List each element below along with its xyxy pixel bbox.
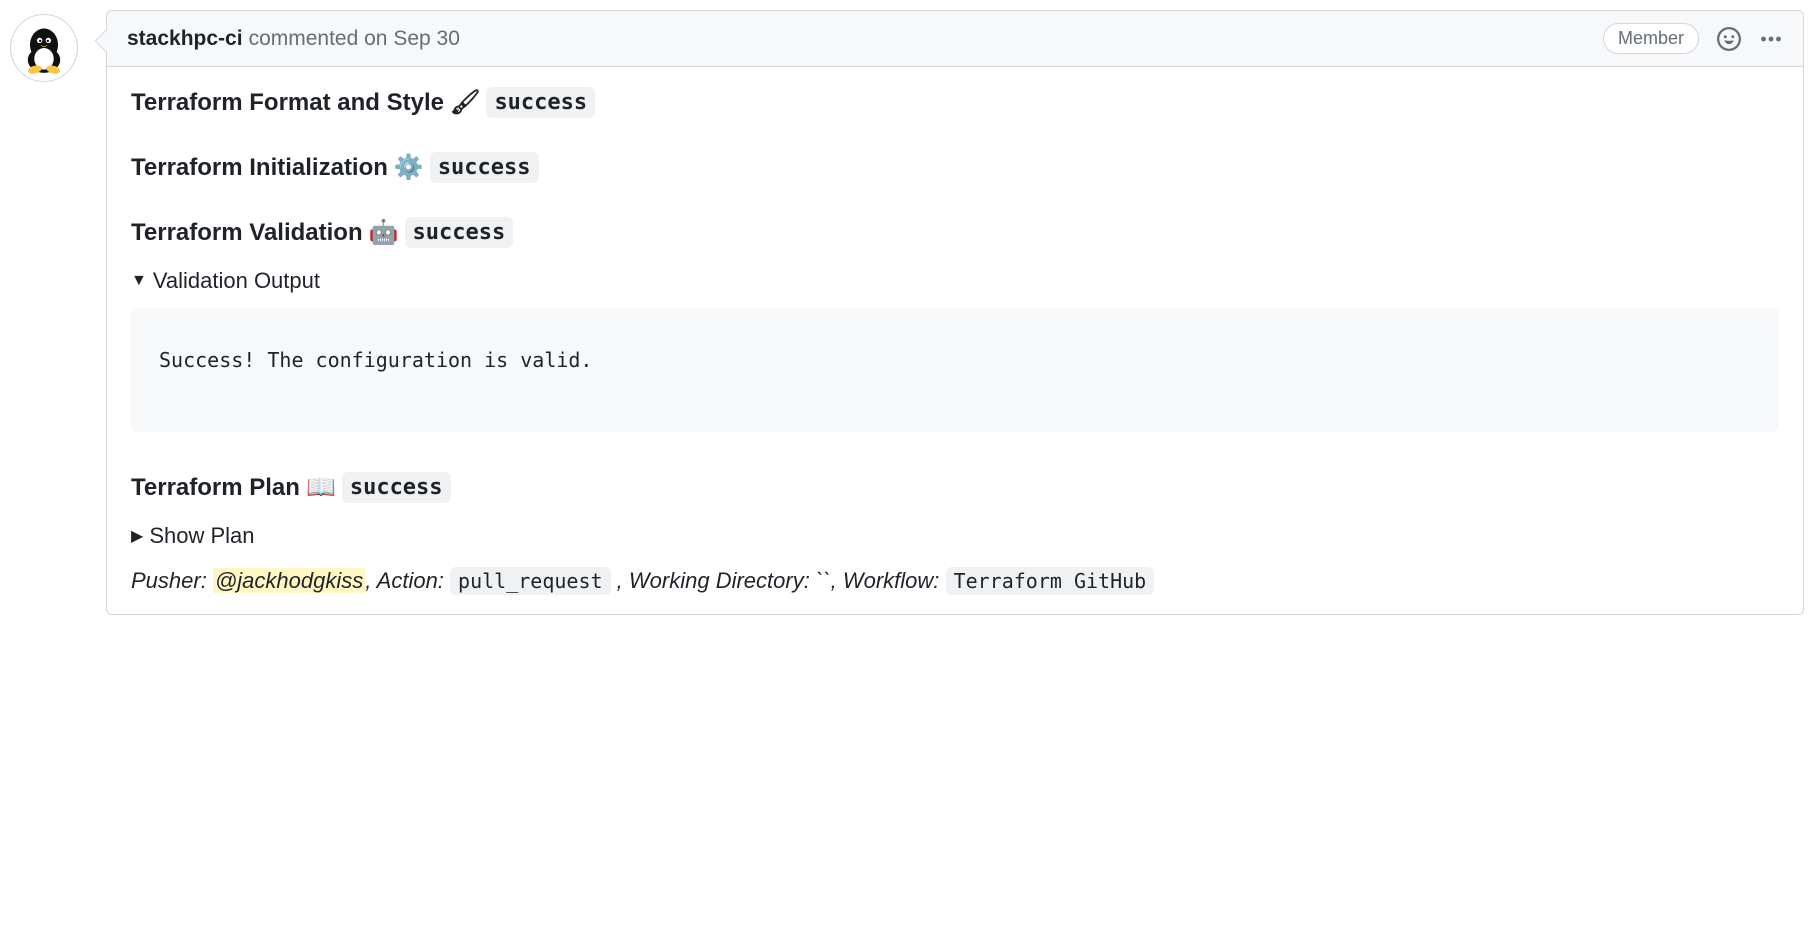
validation-output-text: Success! The configuration is valid. bbox=[159, 348, 1751, 372]
robot-icon: 🤖 bbox=[369, 218, 399, 247]
chevron-down-icon: ▼ bbox=[131, 272, 147, 290]
comment: stackhpc-ci commented on Sep 30 Member bbox=[10, 10, 1804, 615]
timestamp: commented on Sep 30 bbox=[249, 27, 460, 51]
status-format: Terraform Format and Style 🖌 success bbox=[131, 87, 1779, 118]
plan-details-toggle[interactable]: ▶ Show Plan bbox=[131, 523, 1779, 549]
gear-icon: ⚙️ bbox=[394, 153, 424, 182]
paintbrush-icon: 🖌 bbox=[450, 88, 480, 117]
emoji-react-button[interactable] bbox=[1717, 27, 1741, 51]
action-value: pull_request bbox=[450, 567, 611, 595]
meta-line: Pusher: @jackhodgkiss, Action: pull_requ… bbox=[131, 563, 1779, 598]
pusher-mention[interactable]: @jackhodgkiss bbox=[213, 568, 365, 593]
status-badge: success bbox=[486, 87, 595, 118]
kebab-icon bbox=[1759, 27, 1783, 51]
comment-box: stackhpc-ci commented on Sep 30 Member bbox=[106, 10, 1804, 615]
status-init: Terraform Initialization ⚙️ success bbox=[131, 152, 1779, 183]
status-plan: Terraform Plan 📖 success bbox=[131, 472, 1779, 503]
tux-icon bbox=[17, 21, 71, 75]
chevron-right-icon: ▶ bbox=[131, 526, 143, 546]
comment-body: Terraform Format and Style 🖌 success Ter… bbox=[107, 67, 1803, 614]
comment-header: stackhpc-ci commented on Sep 30 Member bbox=[107, 11, 1803, 67]
smiley-icon bbox=[1717, 27, 1741, 51]
status-validate: Terraform Validation 🤖 success bbox=[131, 217, 1779, 248]
kebab-menu-button[interactable] bbox=[1759, 27, 1783, 51]
status-badge: success bbox=[342, 472, 451, 503]
author-link[interactable]: stackhpc-ci bbox=[127, 27, 243, 51]
workflow-value: Terraform GitHub bbox=[946, 567, 1155, 595]
wd-value: `` bbox=[816, 568, 831, 593]
avatar[interactable] bbox=[10, 14, 78, 82]
status-badge: success bbox=[430, 152, 539, 183]
role-badge: Member bbox=[1603, 23, 1699, 54]
validation-details-toggle[interactable]: ▼ Validation Output bbox=[131, 268, 1779, 294]
status-badge: success bbox=[405, 217, 514, 248]
validation-output: Success! The configuration is valid. bbox=[131, 308, 1779, 432]
book-icon: 📖 bbox=[306, 473, 336, 502]
